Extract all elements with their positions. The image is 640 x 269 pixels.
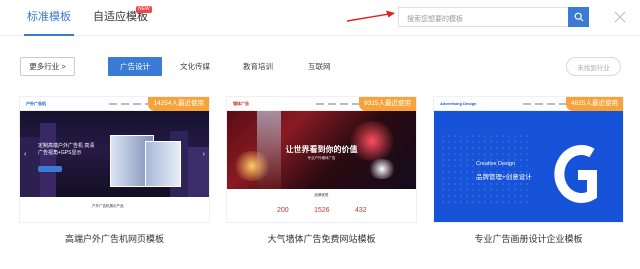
thumbnail-logo: 户外广告机 — [26, 101, 46, 106]
thumbnail-logo: Advertising Design — [440, 101, 477, 106]
thumbnail-stat: 200 — [277, 207, 289, 214]
thumbnail-footer: 户外广告机展示产品 — [92, 204, 124, 208]
template-card-ad-brochure[interactable]: 4625人最近使用 Advertising Design Creative De… — [434, 97, 623, 222]
top-bar: 标准模板 自适应模板 NEW — [0, 0, 640, 36]
category-culture-media[interactable]: 文化传媒 — [180, 57, 210, 76]
search-button[interactable] — [568, 7, 589, 27]
arrow-annotation-icon — [346, 10, 395, 22]
thumbnail-subheadline: 品牌管理+创意设计 — [476, 174, 532, 181]
chevron-left-icon: ‹ — [24, 151, 27, 158]
thumbnail-headline: 定制高端户外广告机 高清广告视角+GPS显示 — [38, 143, 95, 156]
search-input[interactable] — [399, 10, 568, 29]
category-advertising-design[interactable]: 广告设计 — [108, 57, 162, 76]
template-card-outdoor-ad-machine[interactable]: 14254人最近使用 户外广告机 定制高端户外广告机 高清广告视角+GPS显示 … — [20, 97, 209, 222]
template-title[interactable]: 高端户外广告机网页模板 — [20, 232, 209, 245]
more-industries-button[interactable]: 更多行业 > — [20, 57, 75, 76]
template-card-wall-ad[interactable]: 9315人最近使用 墙体广告 让世界看到你的价值 专业户外墙体广告 品牌优势 2… — [227, 97, 416, 222]
usage-badge: 4625人最近使用 — [566, 97, 623, 111]
template-title[interactable]: 大气墙体广告免费网站模板 — [227, 232, 416, 245]
thumbnail-hero: Creative Design 品牌管理+创意设计 — [434, 111, 623, 222]
category-education-training[interactable]: 教育培训 — [243, 57, 273, 76]
g-mark-icon — [554, 145, 597, 203]
thumbnail-hero: 让世界看到你的价值 专业户外墙体广告 — [227, 111, 416, 189]
chevron-right-icon: › — [202, 151, 205, 158]
category-internet[interactable]: 互联网 — [308, 57, 331, 76]
thumbnail-stat: 1526 — [314, 207, 330, 214]
industry-not-found-button[interactable]: 未找到行业 — [566, 57, 621, 76]
new-badge: NEW — [136, 6, 152, 13]
industry-filter-row: 更多行业 > 广告设计 文化传媒 教育培训 互联网 未找到行业 — [0, 56, 640, 78]
close-icon — [614, 11, 626, 23]
thumbnail-subheadline: 专业户外墙体广告 — [307, 156, 336, 160]
thumbnail-footer: 品牌优势 — [314, 193, 329, 197]
template-title[interactable]: 专业广告画册设计企业模板 — [434, 232, 623, 245]
thumbnail-headline: 让世界看到你的价值 — [285, 145, 358, 154]
usage-badge: 9315人最近使用 — [359, 97, 416, 111]
thumbnail-logo: 墙体广告 — [233, 101, 249, 106]
thumbnail-headline: Creative Design — [476, 161, 516, 167]
thumbnail-hero: 定制高端户外广告机 高清广告视角+GPS显示 ‹ › — [20, 111, 209, 197]
tab-standard-templates[interactable]: 标准模板 — [24, 10, 74, 36]
thumbnail-stat: 432 — [355, 207, 367, 214]
search-field[interactable] — [398, 7, 568, 29]
close-button[interactable] — [613, 10, 627, 24]
search-icon — [574, 12, 583, 22]
usage-badge: 14254人最近使用 — [148, 97, 209, 111]
